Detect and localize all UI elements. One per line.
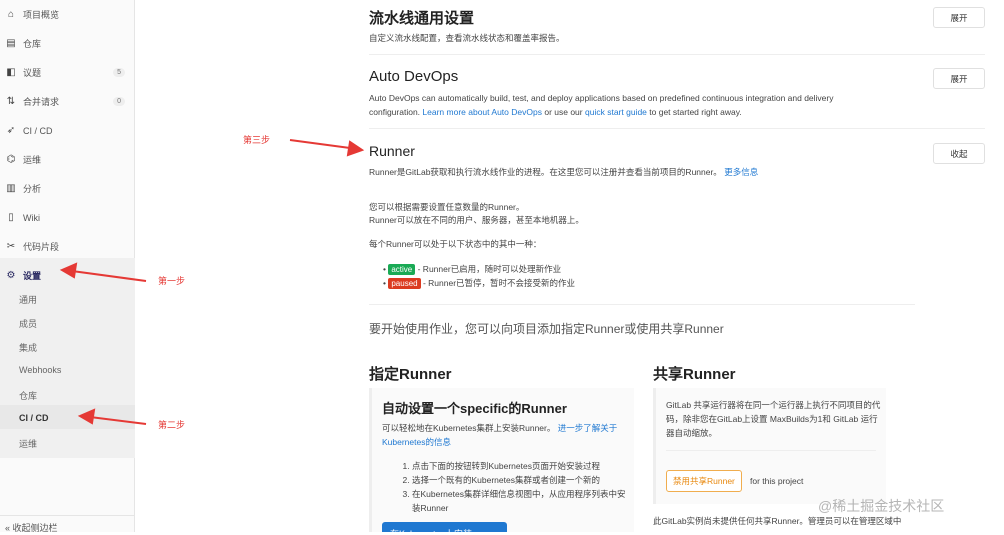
divider (369, 128, 985, 129)
shared-runner-title: 共享Runner (653, 366, 736, 383)
state-text: - Runner已暂停，暂时不会接受新的作业 (420, 278, 576, 288)
shared-note: 此GitLab实例尚未提供任何共享Runner。管理员可以在管理区域中 (653, 516, 902, 526)
runner-desc: Runner是GitLab获取和执行流水线作业的进程。在这里您可以注册并查看当前… (369, 165, 758, 179)
arrow-step3 (289, 139, 351, 149)
step-item: 选择一个既有的Kubernetes集群或者创建一个新的 (412, 473, 627, 487)
pipeline-desc: 自定义流水线配置，查看流水线状态和覆盖率报告。 (369, 33, 565, 43)
specific-runner-card: 自动设置一个specific的Runner 可以轻松地在Kubernetes集群… (369, 388, 634, 532)
autodevops-mid: or use our (544, 107, 583, 117)
autodevops-expand-button[interactable]: 展开 (933, 68, 985, 89)
state-text: - Runner已启用，随时可以处理新作业 (415, 264, 562, 274)
specific-runner-title: 指定Runner (369, 366, 452, 383)
divider (666, 450, 876, 451)
step-item: 点击下面的按钮转到Kubernetes页面开始安装过程 (412, 459, 627, 473)
step-item: 在Kubernetes集群详细信息视图中，从应用程序列表中安装Runner (412, 487, 627, 515)
shared-desc: GitLab 共享运行器将在同一个运行器上执行不同项目的代码，除非您在GitLa… (666, 400, 881, 438)
state-active: • active - Runner已启用，随时可以处理新作业 (383, 264, 562, 275)
shared-suffix: for this project (750, 476, 804, 486)
runner-intro: 要开始使用作业，您可以向项目添加指定Runner或使用共享Runner (369, 322, 724, 336)
install-runner-kubernetes-button[interactable]: 在Kubernetes上安装Runner (382, 522, 507, 532)
shared-runner-card: GitLab 共享运行器将在同一个运行器上执行不同项目的代码，除非您在GitLa… (653, 388, 886, 504)
disable-shared-runner-button[interactable]: 禁用共享Runner (666, 470, 742, 492)
learn-more-autodevops-link[interactable]: Learn more about Auto DevOps (422, 107, 542, 117)
runner-p3: 每个Runner可以处于以下状态中的其中一种： (369, 239, 542, 249)
pipeline-expand-button[interactable]: 展开 (933, 7, 985, 28)
arrow-step2 (89, 416, 147, 425)
card-title: 自动设置一个specific的Runner (382, 401, 567, 416)
divider (369, 54, 985, 55)
paused-badge: paused (388, 278, 421, 289)
autodevops-end: to get started right away. (649, 107, 742, 117)
quick-start-guide-link[interactable]: quick start guide (585, 107, 647, 117)
card-desc: 可以轻松地在Kubernetes集群上安装Runner。 进一步了解关于Kube… (382, 421, 627, 449)
autodevops-title: Auto DevOps (369, 68, 459, 85)
more-info-link[interactable]: 更多信息 (724, 167, 758, 177)
steps-list: 点击下面的按钮转到Kubernetes页面开始安装过程 选择一个既有的Kuber… (402, 459, 627, 515)
arrow-step1 (71, 270, 147, 282)
watermark: @稀土掘金技术社区 (818, 498, 945, 514)
runner-p2: Runner可以放在不同的用户、服务器，甚至本地机器上。 (369, 215, 584, 225)
card-desc-text: 可以轻松地在Kubernetes集群上安装Runner。 (382, 423, 556, 433)
runner-title: Runner (369, 143, 415, 159)
divider (369, 304, 915, 305)
autodevops-desc: Auto DevOps can automatically build, tes… (369, 91, 879, 119)
runner-p1: 您可以根据需要设置任意数量的Runner。 (369, 202, 525, 212)
active-badge: active (388, 264, 416, 275)
runner-collapse-button[interactable]: 收起 (933, 143, 985, 164)
pipeline-title: 流水线通用设置 (369, 10, 475, 27)
runner-desc-text: Runner是GitLab获取和执行流水线作业的进程。在这里您可以注册并查看当前… (369, 167, 722, 177)
state-paused: • paused - Runner已暂停，暂时不会接受新的作业 (383, 278, 576, 289)
